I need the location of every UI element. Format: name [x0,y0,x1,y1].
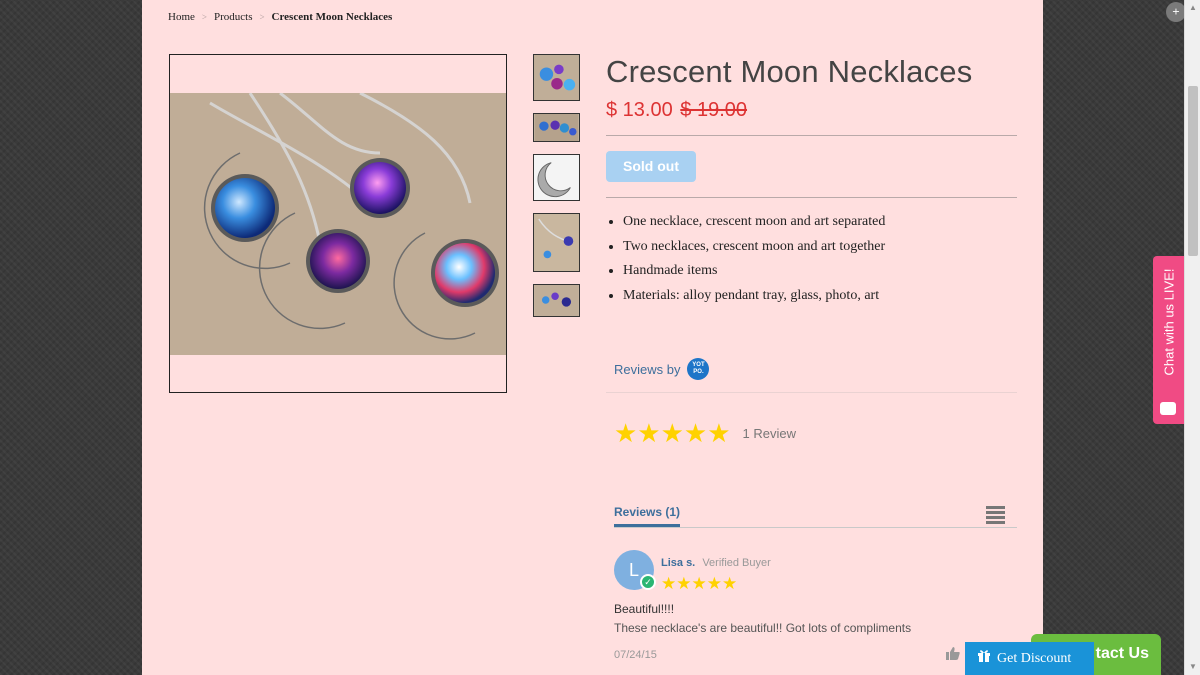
feature-item: Two necklaces, crescent moon and art tog… [623,235,1018,260]
feature-item: Handmade items [623,259,1018,284]
scroll-thumb[interactable] [1188,86,1198,256]
thumbs-up-icon[interactable] [946,647,960,663]
review-tabs: Reviews (1) [614,503,1017,528]
reviews-by: Reviews by YOT PO. [614,358,710,380]
thumbnail[interactable] [533,113,580,142]
compare-price: $ 19.00 [680,99,748,121]
avatar-letter: L [628,560,639,580]
yotpo-logo-icon[interactable]: YOT PO. [687,358,710,380]
thumbnail-list [533,54,580,329]
breadcrumb-current: Crescent Moon Necklaces [271,11,393,23]
get-discount-button[interactable]: Get Discount [965,642,1094,675]
breadcrumb-separator: > [201,12,207,22]
thumbnail[interactable] [533,284,580,317]
necklaces-photo [170,93,506,355]
review-star-rating-icon: ★★★★★ [661,574,738,593]
breadcrumb-products-link[interactable]: Products [214,11,253,23]
review-body: These necklace's are beautiful!! Got lot… [614,621,912,635]
reviewer-info: Lisa s. Verified Buyer [661,557,771,569]
divider [606,197,1017,198]
scroll-down-arrow-icon[interactable]: ▼ [1189,662,1197,671]
menu-icon[interactable] [986,506,1005,526]
review-date: 07/24/15 [614,649,657,661]
thumbnail[interactable] [533,213,580,272]
avatar: L ✓ [614,550,656,590]
divider [606,135,1017,136]
get-discount-label: Get Discount [997,650,1072,666]
product-main-image[interactable] [169,54,507,393]
scrollbar[interactable]: ▲ ▼ [1184,0,1200,675]
breadcrumb-home-link[interactable]: Home [168,11,195,23]
price-row: $ 13.00 $ 19.00 [606,99,1018,122]
chat-label: Chat with us LIVE! [1161,268,1176,376]
review-count-link[interactable]: 1 Review [743,426,796,441]
star-rating-icon: ★★★★★ [614,418,731,448]
thumbnail[interactable] [533,154,580,201]
review-title: Beautiful!!!! [614,602,675,616]
plus-icon[interactable]: + [1166,2,1186,22]
chat-bubble-icon [1160,402,1176,415]
rating-summary: ★★★★★ 1 Review [614,420,796,446]
tab-underline [614,527,1017,528]
gift-icon [977,641,991,675]
sold-out-button[interactable]: Sold out [606,151,696,182]
product-details: Crescent Moon Necklaces $ 13.00 $ 19.00 … [606,54,1018,661]
product-title: Crescent Moon Necklaces [606,54,973,89]
live-chat-tab[interactable]: Chat with us LIVE! [1153,256,1184,424]
reviews-by-label: Reviews by [614,361,681,377]
verified-check-icon: ✓ [640,574,656,590]
scroll-up-arrow-icon[interactable]: ▲ [1189,3,1197,12]
product-price: $ 13.00 [606,99,673,121]
thumbnail[interactable] [533,54,580,101]
breadcrumb-separator: > [259,12,265,22]
breadcrumb: Home > Products > Crescent Moon Necklace… [168,11,392,23]
verified-buyer-label: Verified Buyer [702,557,771,569]
feature-item: One necklace, crescent moon and art sepa… [623,210,1018,235]
divider [606,392,1017,393]
tab-reviews[interactable]: Reviews (1) [614,505,681,527]
feature-list: One necklace, crescent moon and art sepa… [606,210,1018,308]
product-page: Home > Products > Crescent Moon Necklace… [142,0,1043,675]
feature-item: Materials: alloy pendant tray, glass, ph… [623,284,1018,309]
reviewer-name: Lisa s. [661,557,696,569]
